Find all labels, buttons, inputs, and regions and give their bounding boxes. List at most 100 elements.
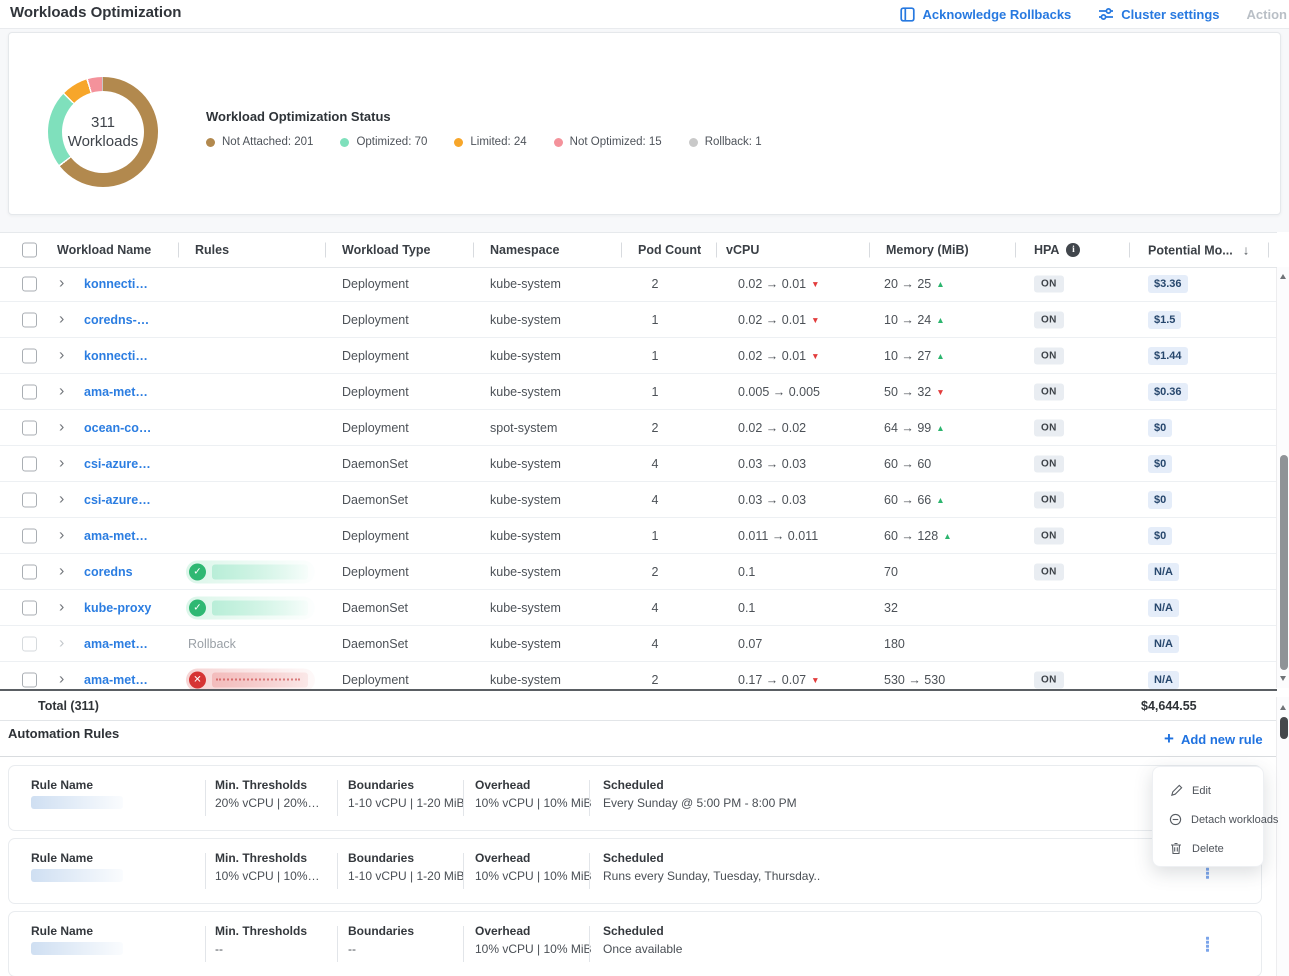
add-new-rule-label: Add new rule (1181, 732, 1263, 747)
card-column-separator (337, 926, 338, 962)
scroll-up-icon[interactable] (1280, 274, 1286, 279)
expand-row-icon[interactable]: › (59, 599, 64, 615)
memory-cell: 10 → 24▲ (884, 313, 945, 327)
donut-center-label: 311 Workloads (48, 77, 158, 187)
row-checkbox[interactable] (22, 348, 37, 363)
column-header-workload-type: Workload Type (342, 243, 430, 257)
expand-row-icon[interactable]: › (59, 527, 64, 543)
table-row: ›ocean-co…Deploymentspot-system20.02 → 0… (0, 410, 1277, 446)
rules-status-ok: ✓ (186, 560, 315, 583)
rule-scheduled-label: Scheduled (603, 924, 664, 938)
summary-card: 311 Workloads Workload Optimization Stat… (8, 32, 1281, 215)
redacted-rule-name (212, 672, 308, 687)
namespace-cell: kube-system (490, 601, 561, 615)
hpa-badge: ON (1034, 671, 1064, 688)
legend-item-not-optimized: Not Optimized: 15 (554, 136, 662, 148)
menu-item-label: Edit (1192, 785, 1211, 797)
legend-dot (454, 138, 463, 147)
expand-row-icon[interactable]: › (59, 563, 64, 579)
expand-row-icon[interactable]: › (59, 671, 64, 687)
column-separator (325, 243, 326, 258)
vcpu-cell: 0.1 (738, 601, 755, 615)
expand-row-icon[interactable]: › (59, 419, 64, 435)
vcpu-cell: 0.02 → 0.01▼ (738, 349, 820, 363)
row-checkbox[interactable] (22, 312, 37, 327)
workload-name-link[interactable]: csi-azure… (84, 493, 151, 507)
workload-name-link[interactable]: kube-proxy (84, 601, 151, 615)
section-scrollbar[interactable] (1276, 697, 1289, 976)
column-header-hpa: HPAi (1034, 243, 1080, 257)
column-separator (1129, 243, 1130, 258)
row-checkbox[interactable] (22, 456, 37, 471)
workload-name-link[interactable]: ama-met… (84, 385, 148, 399)
workload-name-link[interactable]: ama-met… (84, 637, 148, 651)
row-checkbox[interactable] (22, 672, 37, 687)
expand-row-icon[interactable]: › (59, 311, 64, 327)
menu-item-detach-workloads[interactable]: Detach workloads (1153, 805, 1263, 834)
row-checkbox[interactable] (22, 564, 37, 579)
acknowledge-rollbacks-button[interactable]: Acknowledge Rollbacks (900, 7, 1071, 22)
menu-item-delete[interactable]: Delete (1153, 834, 1263, 863)
scroll-down-icon[interactable] (1280, 676, 1286, 681)
rule-overhead-label: Overhead (475, 851, 530, 865)
trend-up-icon: ▲ (936, 315, 944, 325)
workload-name-link[interactable]: konnecti… (84, 277, 148, 291)
workload-type-cell: Deployment (342, 529, 409, 543)
info-icon[interactable]: i (1066, 243, 1080, 257)
expand-row-icon[interactable]: › (59, 635, 64, 651)
pod-count-cell: 4 (630, 493, 680, 507)
cluster-settings-button[interactable]: Cluster settings (1098, 7, 1219, 22)
row-checkbox[interactable] (22, 276, 37, 291)
namespace-cell: kube-system (490, 565, 561, 579)
row-checkbox[interactable] (22, 600, 37, 615)
expand-row-icon[interactable]: › (59, 347, 64, 363)
rule-boundaries-value: 1-10 vCPU | 1-20 MiB (348, 869, 465, 883)
total-value: $4,644.55 (1141, 699, 1197, 713)
row-checkbox[interactable] (22, 420, 37, 435)
sort-descending-icon[interactable]: ↓ (1243, 243, 1250, 258)
rule-min-thresholds-value: 10% vCPU | 10%… (215, 869, 320, 883)
potential-savings-badge: N/A (1148, 635, 1179, 653)
row-checkbox[interactable] (22, 492, 37, 507)
donut-total-value: 311 (91, 113, 115, 132)
table-scrollbar[interactable] (1276, 267, 1289, 688)
check-icon: ✓ (189, 563, 206, 580)
workload-name-link[interactable]: ama-met… (84, 673, 148, 687)
row-checkbox[interactable] (22, 384, 37, 399)
scroll-thumb[interactable] (1280, 455, 1288, 670)
trend-down-icon: ▼ (811, 279, 819, 289)
expand-row-icon[interactable]: › (59, 455, 64, 471)
scroll-thumb[interactable] (1280, 717, 1288, 739)
column-separator (1268, 243, 1269, 258)
workload-name-link[interactable]: coredns (84, 565, 133, 579)
legend-dot (206, 138, 215, 147)
topbar: Workloads Optimization Acknowledge Rollb… (0, 0, 1289, 29)
memory-cell: 20 → 25▲ (884, 277, 945, 291)
workload-name-link[interactable]: ama-met… (84, 529, 148, 543)
column-separator (1015, 243, 1016, 258)
expand-row-icon[interactable]: › (59, 383, 64, 399)
potential-savings-badge: $0 (1148, 419, 1172, 437)
memory-cell: 60 → 128▲ (884, 529, 952, 543)
workload-name-link[interactable]: csi-azure… (84, 457, 151, 471)
topbar-actions: Acknowledge Rollbacks Cluster settings A… (900, 0, 1287, 28)
scroll-up-icon[interactable] (1280, 705, 1286, 710)
column-header-potential-mo[interactable]: Potential Mo...↓ (1148, 243, 1249, 258)
workload-name-link[interactable]: konnecti… (84, 349, 148, 363)
vcpu-cell: 0.03 → 0.03 (738, 457, 806, 471)
select-all-checkbox[interactable] (22, 243, 37, 258)
kebab-menu-icon[interactable] (1203, 934, 1212, 955)
workload-name-link[interactable]: ocean-co… (84, 421, 151, 435)
hpa-badge: ON (1034, 563, 1064, 580)
rule-card: Rule NameMin. Thresholds--Boundaries--Ov… (8, 911, 1262, 976)
row-checkbox[interactable] (22, 636, 37, 651)
actions-button[interactable]: Action (1247, 7, 1287, 22)
expand-row-icon[interactable]: › (59, 491, 64, 507)
table-row: ›coredns-…Deploymentkube-system10.02 → 0… (0, 302, 1277, 338)
menu-item-edit[interactable]: Edit (1153, 776, 1263, 805)
row-checkbox[interactable] (22, 528, 37, 543)
card-column-separator (463, 780, 464, 816)
expand-row-icon[interactable]: › (59, 275, 64, 291)
add-new-rule-button[interactable]: + Add new rule (1164, 731, 1263, 748)
workload-name-link[interactable]: coredns-… (84, 313, 149, 327)
